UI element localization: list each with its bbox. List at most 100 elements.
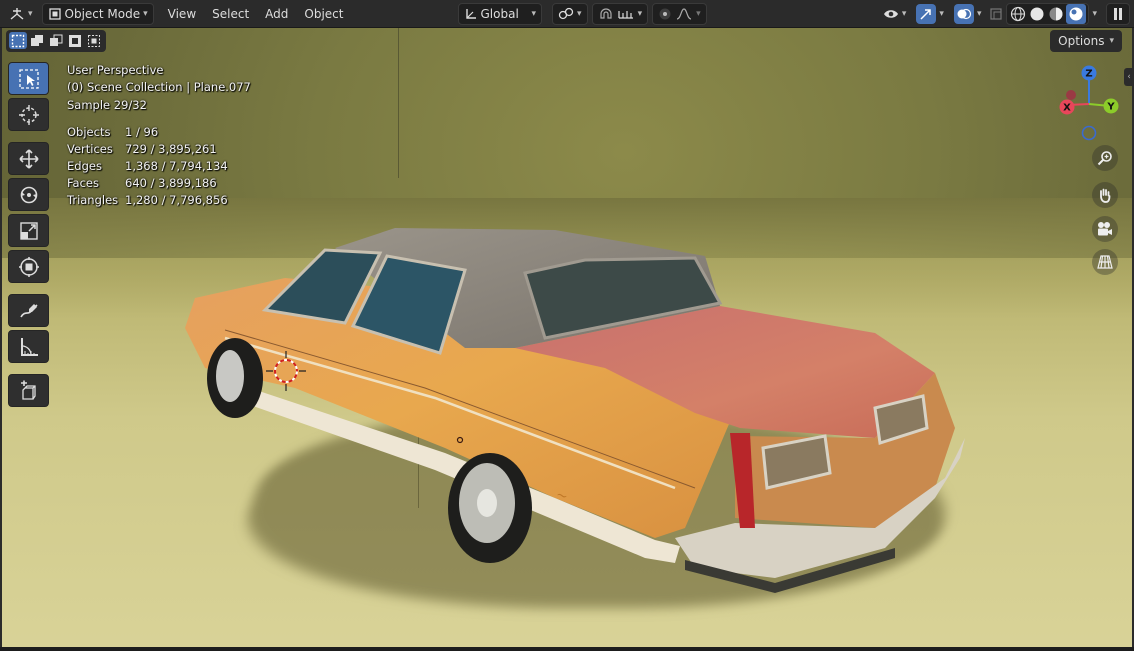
tool-add-cube[interactable] [8, 374, 49, 407]
gizmo-toggle-group: ▾ [911, 3, 949, 25]
select-extend-icon [31, 34, 43, 46]
cursor-icon [18, 104, 39, 125]
stat-value: 1 / 96 [125, 125, 159, 139]
select-new-button[interactable] [9, 32, 27, 49]
tool-annotate[interactable] [8, 294, 49, 327]
tool-cursor[interactable] [8, 98, 49, 131]
menu-add[interactable]: Add [257, 3, 296, 25]
collection-object-text: (0) Scene Collection | Plane.077 [67, 80, 251, 95]
tool-rotate[interactable] [8, 178, 49, 211]
tool-transform[interactable] [8, 250, 49, 283]
scene-statistics: Objects 1 / 96 Vertices 729 / 3,895,261 Ed… [67, 124, 228, 209]
select-new-icon [11, 34, 25, 47]
stat-label: Triangles [67, 193, 119, 208]
object-mode-icon [48, 7, 61, 20]
pan-button[interactable] [1092, 182, 1118, 208]
menu-object[interactable]: Object [296, 3, 351, 25]
shading-options-dropdown[interactable]: ▾ [1089, 3, 1100, 25]
solid-shading-icon[interactable] [1028, 5, 1046, 23]
toggle-projection-button[interactable] [1092, 249, 1118, 275]
mode-dropdown[interactable]: Object Mode ▾ [41, 2, 154, 25]
orientation-label: Global [480, 6, 519, 21]
select-subtract-button[interactable] [47, 32, 65, 49]
chevron-down-icon: ▾ [1092, 8, 1097, 19]
stat-row: Objects 1 / 96 [67, 124, 228, 141]
editor-type-button[interactable]: ▾ [4, 3, 38, 25]
gizmo-arrow-icon [920, 8, 932, 20]
select-mode-group [6, 30, 106, 52]
options-dropdown[interactable]: Options ▾ [1050, 30, 1122, 52]
shading-mode-group [1006, 2, 1090, 25]
orientation-dropdown[interactable]: Global ▾ [457, 2, 543, 25]
add-cube-icon [20, 380, 36, 400]
view-perspective-text: User Perspective [67, 63, 164, 77]
overlays-toggle-button[interactable] [953, 3, 974, 24]
visibility-dropdown[interactable]: ▾ [878, 3, 912, 25]
measure-ruler-icon [20, 337, 38, 356]
dot-circle-icon[interactable] [658, 7, 672, 21]
hand-icon [1100, 188, 1111, 203]
stat-row: Triangles 1,280 / 7,796,856 [67, 192, 228, 209]
stat-row: Edges 1,368 / 7,794,134 [67, 158, 228, 175]
3d-viewport[interactable]: ~ User Perspective (0) Scene Collection … [0, 28, 1134, 647]
rendered-shading-icon [1069, 7, 1083, 20]
material-shading-icon[interactable] [1047, 5, 1065, 23]
tool-select-box[interactable] [8, 62, 49, 95]
gizmo-y-label: Y [1106, 102, 1115, 113]
zoom-button[interactable] [1092, 145, 1118, 171]
gizmo-toggle-button[interactable] [916, 3, 937, 24]
proportional-editing-group: ▾ [652, 2, 707, 25]
stat-label: Faces [67, 176, 99, 191]
chevron-down-icon[interactable]: ▾ [977, 9, 982, 19]
xray-toggle-button[interactable] [986, 3, 1006, 25]
options-label: Options [1058, 34, 1105, 48]
camera-view-button[interactable] [1092, 216, 1118, 242]
select-intersect-button[interactable] [85, 32, 103, 49]
select-invert-button[interactable] [66, 32, 84, 49]
menu-select[interactable]: Select [204, 3, 257, 25]
pivot-point-dropdown[interactable]: ▾ [552, 2, 588, 25]
area-border-bottom [0, 647, 1134, 651]
gizmo-neg-x[interactable] [1066, 90, 1076, 100]
rendered-shading-button[interactable] [1066, 3, 1087, 24]
chevron-down-icon: ▾ [143, 8, 148, 19]
car-model[interactable]: ~ [175, 198, 975, 618]
wireframe-shading-icon[interactable] [1009, 5, 1027, 23]
menu-view[interactable]: View [160, 3, 204, 25]
rotate-icon [20, 186, 37, 203]
pause-icon [1114, 7, 1122, 20]
scene-edge-line [398, 28, 399, 178]
snap-group: ▾ [591, 2, 649, 25]
select-box-icon [18, 68, 39, 89]
viewport-info-overlay: User Perspective (0) Scene Collection | … [67, 62, 251, 114]
navigation-gizmo[interactable]: Z Y X [1054, 64, 1124, 144]
grid-perspective-icon [1097, 255, 1113, 269]
tool-move[interactable] [8, 142, 49, 175]
falloff-curve-icon[interactable] [675, 7, 693, 21]
stat-row: Faces 640 / 3,899,186 [67, 175, 228, 192]
select-intersect-icon [88, 34, 100, 47]
global-axes-icon [465, 8, 476, 19]
annotate-pencil-icon [19, 303, 38, 317]
gizmo-neg-z[interactable] [1081, 125, 1097, 141]
axes-editor-icon [10, 7, 24, 20]
magnet-icon[interactable] [598, 6, 614, 22]
stat-label: Objects [67, 125, 111, 139]
chevron-down-icon[interactable]: ▾ [638, 9, 643, 19]
chevron-down-icon: ▾ [901, 8, 907, 19]
camera-icon [1098, 222, 1112, 236]
chevron-down-icon[interactable]: ▾ [939, 9, 944, 19]
pause-render-button[interactable] [1106, 2, 1130, 25]
tool-measure[interactable] [8, 330, 49, 363]
stat-label: Vertices [67, 142, 113, 157]
snap-increment-icon[interactable] [617, 7, 635, 21]
chevron-down-icon[interactable]: ▾ [696, 9, 701, 19]
tool-scale[interactable] [8, 214, 49, 247]
viewport-header: ▾ Object Mode ▾ View Select Add Object G… [0, 0, 1134, 28]
stat-label: Edges [67, 159, 102, 174]
overlays-toggle-group: ▾ [949, 3, 987, 25]
overlays-icon [957, 8, 972, 19]
stat-value: 640 / 3,899,186 [125, 176, 217, 191]
select-subtract-icon [50, 34, 63, 46]
select-extend-button[interactable] [28, 32, 46, 49]
